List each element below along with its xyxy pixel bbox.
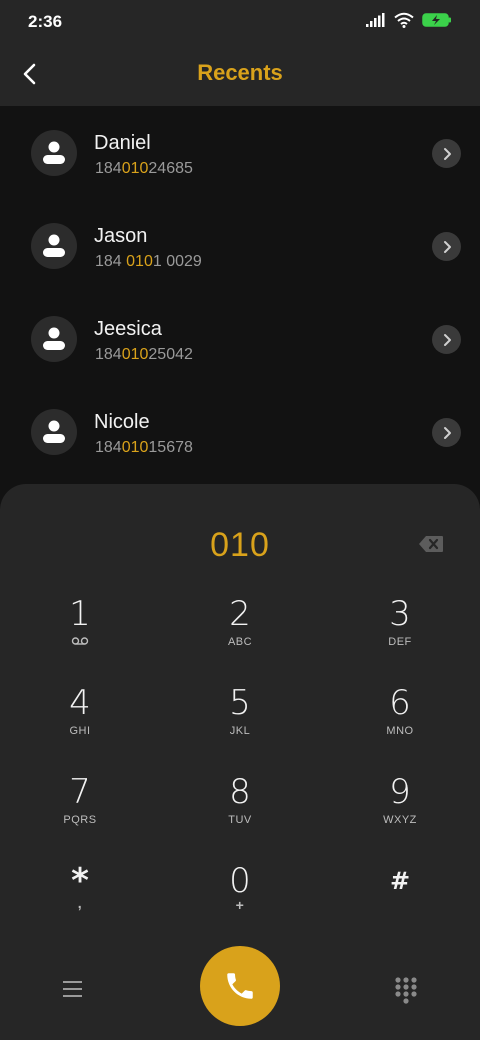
key-letters: TUV bbox=[228, 814, 252, 826]
contact-row[interactable]: Nicole 18401015678 bbox=[0, 385, 480, 478]
key-6[interactable]: 6 MNO bbox=[345, 673, 455, 753]
chevron-right-icon bbox=[443, 426, 451, 439]
key-hash[interactable]: # bbox=[345, 851, 455, 931]
call-button[interactable] bbox=[200, 946, 280, 1026]
bottom-bar bbox=[0, 944, 480, 1040]
contact-row[interactable]: Jason 184 0101 0029 bbox=[0, 199, 480, 292]
contact-name: Jeesica bbox=[94, 318, 162, 340]
key-star[interactable]: * , bbox=[25, 851, 135, 931]
key-letters bbox=[71, 636, 89, 650]
voicemail-icon bbox=[71, 637, 89, 645]
person-icon bbox=[43, 420, 65, 443]
matched-digits: 010 bbox=[126, 253, 153, 270]
key-letters: DEF bbox=[388, 636, 412, 648]
key-letters: ABC bbox=[227, 636, 253, 648]
dialpad-icon bbox=[395, 977, 417, 1004]
contact-name: Nicole bbox=[94, 411, 150, 433]
key-5[interactable]: 5 JKL bbox=[185, 673, 295, 753]
key-digit: 3 bbox=[389, 594, 411, 634]
status-icons bbox=[366, 12, 452, 28]
matched-digits: 010 bbox=[121, 346, 149, 363]
keypad-toggle-button[interactable] bbox=[394, 976, 418, 1006]
avatar bbox=[31, 409, 77, 455]
key-1[interactable]: 1 bbox=[25, 584, 135, 664]
contact-number: 184 0101 0029 bbox=[95, 253, 202, 270]
avatar bbox=[31, 223, 77, 269]
status-bar: 2:36 bbox=[0, 0, 480, 44]
backspace-button[interactable] bbox=[418, 534, 444, 556]
key-digit: 6 bbox=[389, 683, 411, 723]
menu-button[interactable] bbox=[58, 974, 88, 1004]
person-icon bbox=[43, 141, 65, 164]
matched-digits: 010 bbox=[121, 439, 149, 456]
person-icon bbox=[43, 234, 65, 257]
key-3[interactable]: 3 DEF bbox=[345, 584, 455, 664]
contact-detail-button[interactable] bbox=[432, 232, 461, 261]
contact-number: 18401025042 bbox=[95, 346, 193, 363]
contact-detail-button[interactable] bbox=[432, 325, 461, 354]
phone-icon bbox=[227, 973, 253, 999]
key-letters: JKL bbox=[229, 725, 251, 737]
wifi-icon bbox=[394, 12, 414, 28]
recents-list: Daniel 18401024685 Jason 184 0101 0029 J… bbox=[0, 106, 480, 486]
battery-charging-icon bbox=[422, 13, 451, 27]
key-letters: GHI bbox=[69, 725, 91, 737]
key-letters: + bbox=[235, 897, 245, 913]
chevron-right-icon bbox=[443, 240, 451, 253]
person-icon bbox=[43, 327, 65, 350]
avatar bbox=[31, 316, 77, 362]
signal-icon bbox=[366, 13, 385, 27]
key-digit: # bbox=[389, 867, 411, 895]
contact-name: Jason bbox=[94, 225, 148, 247]
key-digit: 1 bbox=[69, 594, 91, 634]
key-letters: PQRS bbox=[63, 814, 97, 826]
key-digit: 0 bbox=[229, 861, 251, 901]
key-2[interactable]: 2 ABC bbox=[185, 584, 295, 664]
key-7[interactable]: 7 PQRS bbox=[25, 762, 135, 842]
backspace-icon bbox=[419, 536, 443, 552]
contact-row[interactable]: Jeesica 18401025042 bbox=[0, 292, 480, 385]
status-time: 2:36 bbox=[28, 12, 63, 31]
contact-detail-button[interactable] bbox=[432, 418, 461, 447]
key-letters: WXYZ bbox=[383, 814, 417, 826]
key-digit: 7 bbox=[69, 772, 91, 812]
key-digit: 2 bbox=[229, 594, 251, 634]
menu-icon bbox=[63, 981, 82, 983]
matched-digits: 010 bbox=[121, 160, 149, 177]
contact-number: 18401024685 bbox=[95, 160, 193, 177]
contact-detail-button[interactable] bbox=[432, 139, 461, 168]
key-4[interactable]: 4 GHI bbox=[25, 673, 135, 753]
dial-input[interactable]: 010 bbox=[0, 526, 480, 565]
key-digit: 9 bbox=[389, 772, 411, 812]
chevron-right-icon bbox=[443, 333, 451, 346]
key-digit: 5 bbox=[229, 683, 251, 723]
key-digit: 4 bbox=[69, 683, 91, 723]
contact-name: Daniel bbox=[94, 132, 151, 154]
avatar bbox=[31, 130, 77, 176]
contact-number: 18401015678 bbox=[95, 439, 193, 456]
key-9[interactable]: 9 WXYZ bbox=[345, 762, 455, 842]
key-letters: , bbox=[77, 895, 83, 911]
chevron-right-icon bbox=[443, 147, 451, 160]
key-digit: 8 bbox=[229, 772, 251, 812]
header: Recents bbox=[0, 44, 480, 106]
dialer-panel: 010 1 2 ABC 3 DEF 4 GHI 5 JKL 6 MNO 7 PQ… bbox=[0, 484, 480, 1040]
contact-row[interactable]: Daniel 18401024685 bbox=[0, 106, 480, 199]
key-8[interactable]: 8 TUV bbox=[185, 762, 295, 842]
key-0[interactable]: 0 + bbox=[185, 851, 295, 931]
key-letters: MNO bbox=[386, 725, 414, 737]
page-title: Recents bbox=[197, 60, 283, 85]
